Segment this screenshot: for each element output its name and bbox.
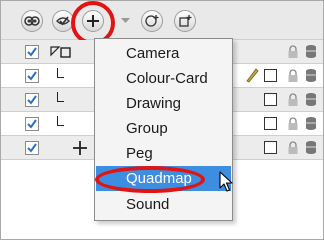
add-peg-icon: [179, 15, 192, 27]
menu-item-label: Colour-Card: [126, 70, 208, 87]
menu-item-label: Sound: [126, 196, 170, 213]
tree-connector: [57, 92, 64, 102]
menu-item-sound[interactable]: Sound: [96, 192, 231, 217]
check-icon: [27, 47, 37, 57]
check-icon: [27, 119, 37, 129]
lock-toggle-box[interactable]: [264, 69, 277, 82]
menu-item-label: Drawing: [126, 95, 182, 112]
menu-item-camera[interactable]: Camera: [96, 41, 231, 66]
add-drawing-icon: [145, 15, 159, 27]
show-all-button[interactable]: [21, 10, 43, 32]
layer-checkbox[interactable]: [25, 45, 39, 59]
lock-icon[interactable]: [287, 69, 299, 83]
database-icon[interactable]: [305, 140, 317, 155]
menu-item-peg[interactable]: Peg: [96, 141, 231, 166]
menu-item-label: Peg: [126, 145, 153, 162]
eyes-icon: [24, 16, 40, 26]
check-icon: [27, 71, 37, 81]
database-icon[interactable]: [305, 116, 317, 131]
layer-checkbox[interactable]: [25, 141, 39, 155]
menu-item-drawing[interactable]: Drawing: [96, 91, 231, 116]
layer-checkbox[interactable]: [25, 117, 39, 131]
eye-check-icon: [56, 16, 70, 26]
lock-toggle-box[interactable]: [264, 117, 277, 130]
red-annotation-ellipse: [95, 166, 205, 193]
chevron-down-icon[interactable]: [121, 18, 130, 24]
plus-icon[interactable]: [72, 140, 88, 156]
menu-item-label: Group: [126, 120, 168, 137]
layer-checkbox[interactable]: [25, 69, 39, 83]
layer-hierarchy-icon: [50, 46, 71, 58]
menu-item-colour-card[interactable]: Colour-Card: [96, 66, 231, 91]
database-icon[interactable]: [305, 44, 317, 59]
lock-toggle-box[interactable]: [264, 141, 277, 154]
lock-icon[interactable]: [287, 117, 299, 131]
database-icon[interactable]: [305, 92, 317, 107]
pencil-icon[interactable]: [245, 67, 259, 83]
timeline-panel: Camera Colour-Card Drawing Group Peg Qua…: [0, 0, 324, 240]
tree-connector: [57, 116, 64, 126]
layer-checkbox[interactable]: [25, 93, 39, 107]
add-drawing-button[interactable]: [141, 10, 163, 32]
check-icon: [27, 143, 37, 153]
add-element-menu: Camera Colour-Card Drawing Group Peg Qua…: [94, 38, 233, 221]
check-icon: [27, 95, 37, 105]
menu-item-group[interactable]: Group: [96, 116, 231, 141]
database-icon[interactable]: [305, 68, 317, 83]
menu-item-label: Camera: [126, 45, 180, 62]
lock-icon[interactable]: [287, 93, 299, 107]
lock-icon[interactable]: [287, 141, 299, 155]
mouse-cursor-icon: [219, 171, 233, 192]
tree-connector: [57, 68, 64, 78]
lock-toggle-box[interactable]: [264, 93, 277, 106]
layer-toolbar: [1, 1, 323, 45]
add-peg-button[interactable]: [174, 10, 196, 32]
lock-icon[interactable]: [287, 45, 299, 59]
